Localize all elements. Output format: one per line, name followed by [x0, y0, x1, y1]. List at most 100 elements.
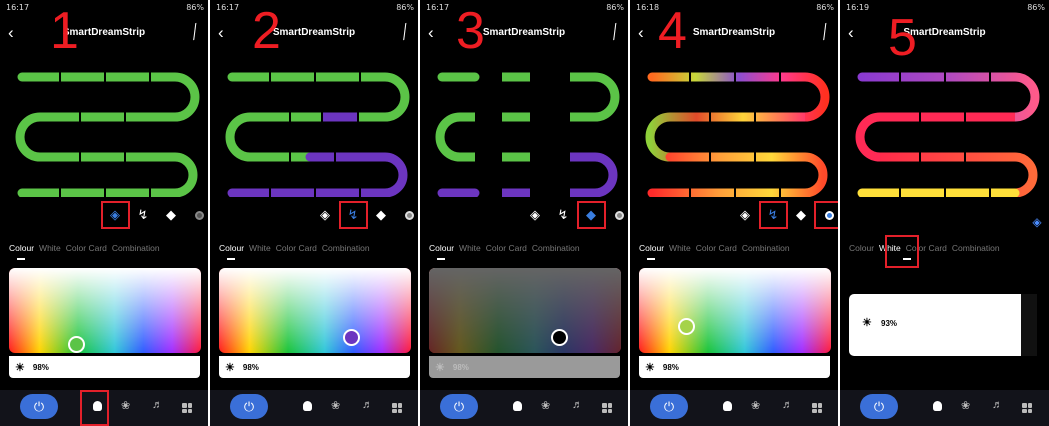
tab-combination[interactable]: Combination [322, 243, 370, 253]
tab-colour[interactable]: Colour [849, 243, 874, 253]
radio-icon[interactable] [398, 205, 418, 225]
pencil-icon[interactable]: ╱ [399, 23, 412, 41]
bulb-icon[interactable] [513, 401, 522, 411]
paint-bucket-icon[interactable]: ◈ [1026, 212, 1048, 232]
tab-combination[interactable]: Combination [112, 243, 160, 253]
battery-status: 86% [1027, 3, 1045, 12]
color-picker[interactable] [639, 268, 831, 353]
sun-icon: ☀ [862, 317, 872, 329]
palette-icon[interactable]: ❀ [331, 399, 340, 412]
eraser-icon[interactable]: ◆ [370, 205, 392, 225]
status-time: 16:17 [6, 3, 30, 12]
tab-combination[interactable]: Combination [742, 243, 790, 253]
power-button[interactable]: ⏻ [650, 394, 688, 419]
color-picker[interactable] [219, 268, 411, 353]
tab-white[interactable]: White [39, 243, 61, 253]
phone-panel-5: 16:19 86% ‹ SmartDreamStrip 5 ◈ Colour Whi… [840, 0, 1049, 426]
power-button[interactable]: ⏻ [860, 394, 898, 419]
battery-status: 86% [606, 3, 624, 12]
pencil-icon[interactable]: ╱ [819, 23, 832, 41]
sun-icon: ☀ [15, 361, 25, 374]
paint-bucket-icon[interactable]: ◈ [734, 205, 756, 225]
sun-icon: ☀ [225, 361, 235, 374]
phone-panel-2: 16:17 86% ‹ SmartDreamStrip ╱ 2 ◈ ↯ ◆ Col… [210, 0, 418, 426]
eraser-icon[interactable]: ◆ [160, 205, 182, 225]
bulb-icon[interactable] [723, 401, 732, 411]
brightness-bar[interactable]: ☀ 98% [219, 356, 410, 378]
pen-icon[interactable]: ↯ [132, 205, 154, 225]
tab-underline [647, 258, 655, 260]
paint-bucket-icon[interactable]: ◈ [314, 205, 336, 225]
tab-white[interactable]: White [459, 243, 481, 253]
grid-icon[interactable] [392, 403, 402, 413]
highlight-box [814, 201, 838, 229]
mode-tabs: Colour White Color Card Combination [219, 243, 375, 253]
palette-icon[interactable]: ❀ [961, 399, 970, 412]
music-icon[interactable]: ♬ [782, 399, 793, 411]
color-picker[interactable] [429, 268, 621, 353]
page-title: SmartDreamStrip [62, 27, 146, 38]
tab-combination[interactable]: Combination [532, 243, 580, 253]
tab-color-card[interactable]: Color Card [696, 243, 737, 253]
music-icon[interactable]: ♬ [572, 399, 583, 411]
brightness-value: 98% [662, 362, 679, 372]
tab-color-card[interactable]: Color Card [486, 243, 527, 253]
radio-icon[interactable] [188, 205, 208, 225]
step-number: 4 [658, 2, 687, 60]
power-button[interactable]: ⏻ [20, 394, 58, 419]
picker-knob[interactable] [551, 329, 568, 346]
power-icon: ⏻ [663, 398, 675, 414]
color-picker[interactable] [9, 268, 201, 353]
tab-colour[interactable]: Colour [429, 243, 454, 253]
grid-icon[interactable] [812, 403, 822, 413]
grid-icon[interactable] [1022, 403, 1032, 413]
power-button[interactable]: ⏻ [230, 394, 268, 419]
tab-colour[interactable]: Colour [9, 243, 34, 253]
pencil-icon[interactable]: ╱ [609, 23, 622, 41]
status-bar: 16:17 86% [210, 3, 418, 15]
tab-white[interactable]: White [669, 243, 691, 253]
palette-icon[interactable]: ❀ [121, 399, 130, 412]
tab-color-card[interactable]: Color Card [66, 243, 107, 253]
palette-icon[interactable]: ❀ [751, 399, 760, 412]
pencil-icon[interactable]: ╱ [189, 23, 202, 41]
picker-knob[interactable] [343, 329, 360, 346]
bulb-icon[interactable] [303, 401, 312, 411]
bottom-nav: ⏻ ❀ ♬ [840, 390, 1049, 426]
highlight-box [759, 201, 788, 229]
music-icon[interactable]: ♬ [992, 399, 1003, 411]
page-title: SmartDreamStrip [482, 27, 566, 38]
tab-colour[interactable]: Colour [219, 243, 244, 253]
bulb-icon[interactable] [933, 401, 942, 411]
eraser-icon[interactable]: ◆ [790, 205, 812, 225]
highlight-box [101, 201, 130, 229]
phone-panel-4: 16:18 86% ‹ SmartDreamStrip ╱ 4 ◈ ↯ ◆ Col… [630, 0, 838, 426]
brightness-card[interactable]: ☀ 93% [849, 294, 1037, 356]
pen-icon[interactable]: ↯ [552, 205, 574, 225]
palette-icon[interactable]: ❀ [541, 399, 550, 412]
tab-white[interactable]: White [249, 243, 271, 253]
radio-icon[interactable] [608, 205, 628, 225]
power-button[interactable]: ⏻ [440, 394, 478, 419]
brightness-bar[interactable]: ☀ 98% [9, 356, 200, 378]
tab-combination[interactable]: Combination [952, 243, 1000, 253]
music-icon[interactable]: ♬ [362, 399, 373, 411]
tab-underline [227, 258, 235, 260]
picker-knob[interactable] [68, 336, 85, 353]
grid-icon[interactable] [602, 403, 612, 413]
battery-status: 86% [816, 3, 834, 12]
step-number: 5 [888, 9, 917, 67]
brightness-bar[interactable]: ☀ 98% [429, 356, 620, 378]
tab-color-card[interactable]: Color Card [276, 243, 317, 253]
grid-icon[interactable] [182, 403, 192, 413]
paint-bucket-icon[interactable]: ◈ [524, 205, 546, 225]
tab-colour[interactable]: Colour [639, 243, 664, 253]
sun-icon: ☀ [435, 361, 445, 374]
music-icon[interactable]: ♬ [152, 399, 163, 411]
brightness-bar[interactable]: ☀ 98% [639, 356, 830, 378]
phone-panel-3: 16:17 86% ‹ SmartDreamStrip ╱ 3 ◈ ↯ ◆ Col… [420, 0, 628, 426]
bottom-nav: ⏻ ❀ ♬ [420, 390, 628, 426]
power-icon: ⏻ [873, 398, 885, 414]
battery-status: 86% [186, 3, 204, 12]
picker-knob[interactable] [678, 318, 695, 335]
